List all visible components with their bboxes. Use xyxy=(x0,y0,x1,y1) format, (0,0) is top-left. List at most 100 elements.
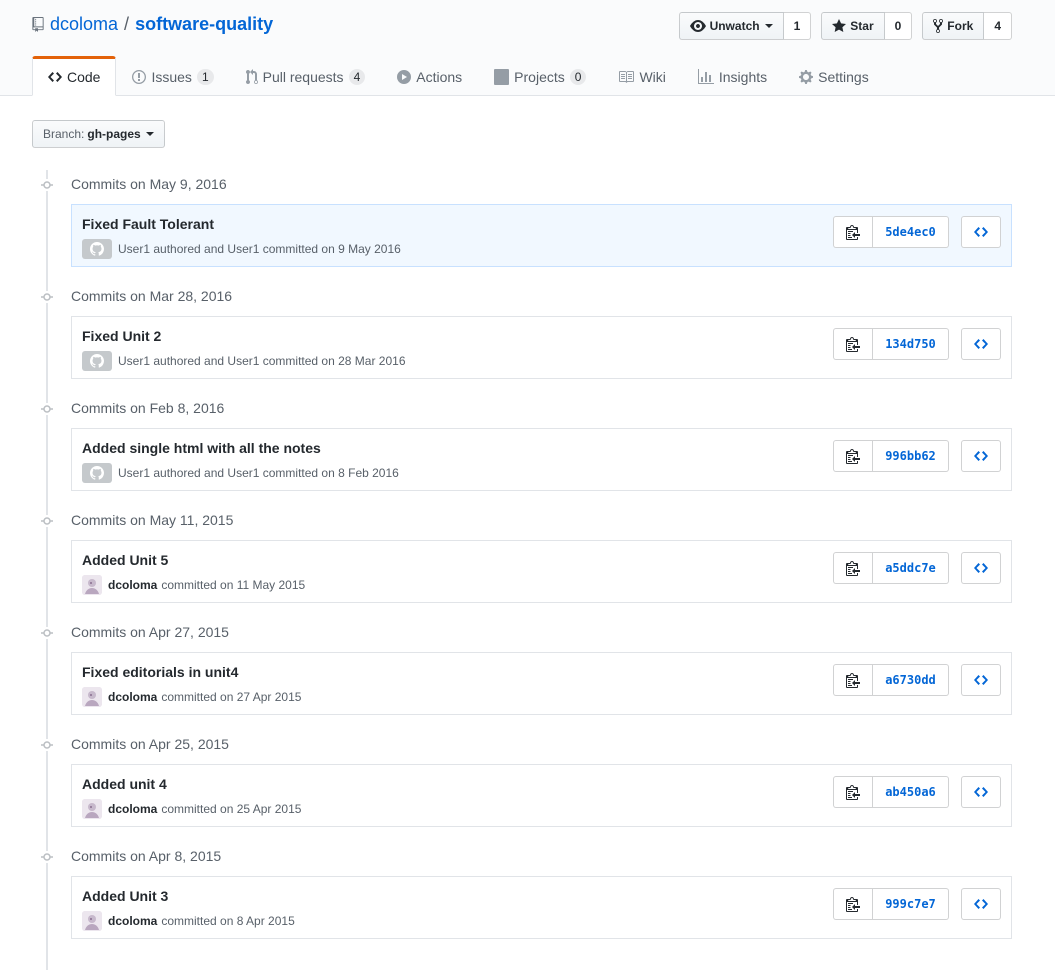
tab-projects[interactable]: Projects 0 xyxy=(478,56,602,96)
commit-author-link[interactable]: dcoloma xyxy=(108,690,157,704)
browse-files-button[interactable] xyxy=(961,440,1001,472)
star-button[interactable]: Star xyxy=(821,12,885,40)
projects-counter: 0 xyxy=(569,69,587,85)
commit-group-date: Commits on Feb 8, 2016 xyxy=(32,394,1012,422)
commit-meta: dcoloma committed on 8 Apr 2015 xyxy=(82,911,295,931)
browse-files-button[interactable] xyxy=(961,328,1001,360)
tab-pull-requests[interactable]: Pull requests 4 xyxy=(230,56,382,96)
chevron-down-icon xyxy=(145,132,154,136)
commit-meta: dcoloma committed on 27 Apr 2015 xyxy=(82,687,301,707)
code-icon xyxy=(974,448,988,464)
commit-meta-text: User1 authored and User1 committed on 9 … xyxy=(118,242,401,256)
tab-code[interactable]: Code xyxy=(32,56,117,96)
commit-dot-icon xyxy=(41,179,53,191)
commit-sha-link[interactable]: a6730dd xyxy=(873,664,949,696)
copy-sha-button[interactable] xyxy=(833,552,873,584)
copy-sha-button[interactable] xyxy=(833,776,873,808)
commit-item: Added Unit 3 dcoloma committed on 8 Apr 2… xyxy=(71,876,1012,939)
forks-count[interactable]: 4 xyxy=(984,12,1012,40)
commit-message-link[interactable]: Added single html with all the notes xyxy=(82,440,321,456)
commit-group: Commits on Mar 28, 2016 Fixed Unit 2 Use… xyxy=(32,282,1012,379)
commit-meta: dcoloma committed on 11 May 2015 xyxy=(82,575,305,595)
repo-owner-link[interactable]: dcoloma xyxy=(50,14,118,35)
code-icon xyxy=(974,896,988,912)
browse-files-button[interactable] xyxy=(961,216,1001,248)
commit-dot-icon xyxy=(41,291,53,303)
commit-sha-link[interactable]: 999c7e7 xyxy=(873,888,949,920)
commit-message-link[interactable]: Added Unit 3 xyxy=(82,888,168,904)
commit-meta-text: committed on 8 Apr 2015 xyxy=(161,914,295,928)
user-avatar[interactable] xyxy=(82,575,102,595)
tab-insights[interactable]: Insights xyxy=(682,56,783,96)
user-avatar[interactable] xyxy=(82,799,102,819)
browse-files-button[interactable] xyxy=(961,776,1001,808)
repo-name-link[interactable]: software-quality xyxy=(135,14,273,35)
commit-sha-link[interactable]: ab450a6 xyxy=(873,776,949,808)
commit-group-date: Commits on May 9, 2016 xyxy=(32,170,1012,198)
commit-group-date: Commits on Apr 8, 2015 xyxy=(32,842,1012,870)
copy-sha-button[interactable] xyxy=(833,888,873,920)
commit-group: Commits on Apr 8, 2015 Added Unit 3 dcol… xyxy=(32,842,1012,939)
commit-message-link[interactable]: Added Unit 5 xyxy=(82,552,168,568)
branch-prefix: Branch: xyxy=(43,127,85,141)
browse-files-button[interactable] xyxy=(961,552,1001,584)
github-avatar-icon[interactable] xyxy=(82,239,112,259)
pull-requests-counter: 4 xyxy=(348,69,366,85)
tab-issues[interactable]: Issues 1 xyxy=(116,56,229,96)
tab-label: Settings xyxy=(818,69,869,85)
play-icon xyxy=(397,70,412,84)
stars-count[interactable]: 0 xyxy=(884,12,913,40)
star-icon xyxy=(832,19,847,32)
commit-author-link[interactable]: dcoloma xyxy=(108,802,157,816)
copy-sha-button[interactable] xyxy=(833,216,873,248)
commit-item: Added Unit 5 dcoloma committed on 11 May … xyxy=(71,540,1012,603)
commit-meta: User1 authored and User1 committed on 8 … xyxy=(82,463,399,483)
tab-wiki[interactable]: Wiki xyxy=(602,56,681,96)
branch-select-button[interactable]: Branch: gh-pages xyxy=(32,120,165,148)
commit-date-label: Commits on Feb 8, 2016 xyxy=(71,400,225,416)
repo-icon xyxy=(32,17,44,32)
commit-sha-link[interactable]: 134d750 xyxy=(873,328,949,360)
browse-files-button[interactable] xyxy=(961,664,1001,696)
unwatch-button[interactable]: Unwatch xyxy=(678,12,784,40)
clipboard-icon xyxy=(846,224,860,240)
tab-label: Actions xyxy=(416,69,463,85)
commit-message-link[interactable]: Fixed Fault Tolerant xyxy=(82,216,214,232)
commit-date-label: Commits on Apr 8, 2015 xyxy=(71,848,222,864)
code-icon xyxy=(974,672,988,688)
commit-group: Commits on Apr 25, 2015 Added unit 4 dco… xyxy=(32,730,1012,827)
fork-group: Fork 4 xyxy=(922,12,1012,40)
commit-message-link[interactable]: Fixed Unit 2 xyxy=(82,328,161,344)
tab-actions[interactable]: Actions xyxy=(381,56,478,96)
clipboard-icon xyxy=(846,896,860,912)
commits-timeline: Commits on May 9, 2016 Fixed Fault Toler… xyxy=(32,170,1012,970)
repo-nav-tabs: Code Issues 1 Pull requests 4 Actions Pr… xyxy=(32,56,885,96)
github-avatar-icon[interactable] xyxy=(82,351,112,371)
tab-label: Pull requests xyxy=(262,69,344,85)
commit-sha-group: ab450a6 xyxy=(833,776,949,808)
watchers-count[interactable]: 1 xyxy=(783,12,812,40)
commit-message-link[interactable]: Fixed editorials in unit4 xyxy=(82,664,238,680)
github-avatar-icon[interactable] xyxy=(82,463,112,483)
fork-button[interactable]: Fork xyxy=(922,12,985,40)
commit-sha-link[interactable]: 996bb62 xyxy=(873,440,949,472)
browse-files-button[interactable] xyxy=(961,888,1001,920)
tab-label: Code xyxy=(67,69,101,85)
commit-sha-link[interactable]: 5de4ec0 xyxy=(873,216,949,248)
user-avatar[interactable] xyxy=(82,687,102,707)
commit-sha-group: 5de4ec0 xyxy=(833,216,949,248)
copy-sha-button[interactable] xyxy=(833,440,873,472)
commit-author-link[interactable]: dcoloma xyxy=(108,578,157,592)
graph-icon xyxy=(697,69,714,84)
copy-sha-button[interactable] xyxy=(833,664,873,696)
commit-message-link[interactable]: Added unit 4 xyxy=(82,776,167,792)
commit-dot-icon xyxy=(41,851,53,863)
commit-sha-link[interactable]: a5ddc7e xyxy=(873,552,949,584)
copy-sha-button[interactable] xyxy=(833,328,873,360)
commit-meta-text: committed on 25 Apr 2015 xyxy=(161,802,302,816)
user-avatar[interactable] xyxy=(82,911,102,931)
tab-settings[interactable]: Settings xyxy=(783,56,885,96)
commit-group: Commits on May 11, 2015 Added Unit 5 dco… xyxy=(32,506,1012,603)
fork-icon xyxy=(933,18,944,34)
commit-author-link[interactable]: dcoloma xyxy=(108,914,157,928)
